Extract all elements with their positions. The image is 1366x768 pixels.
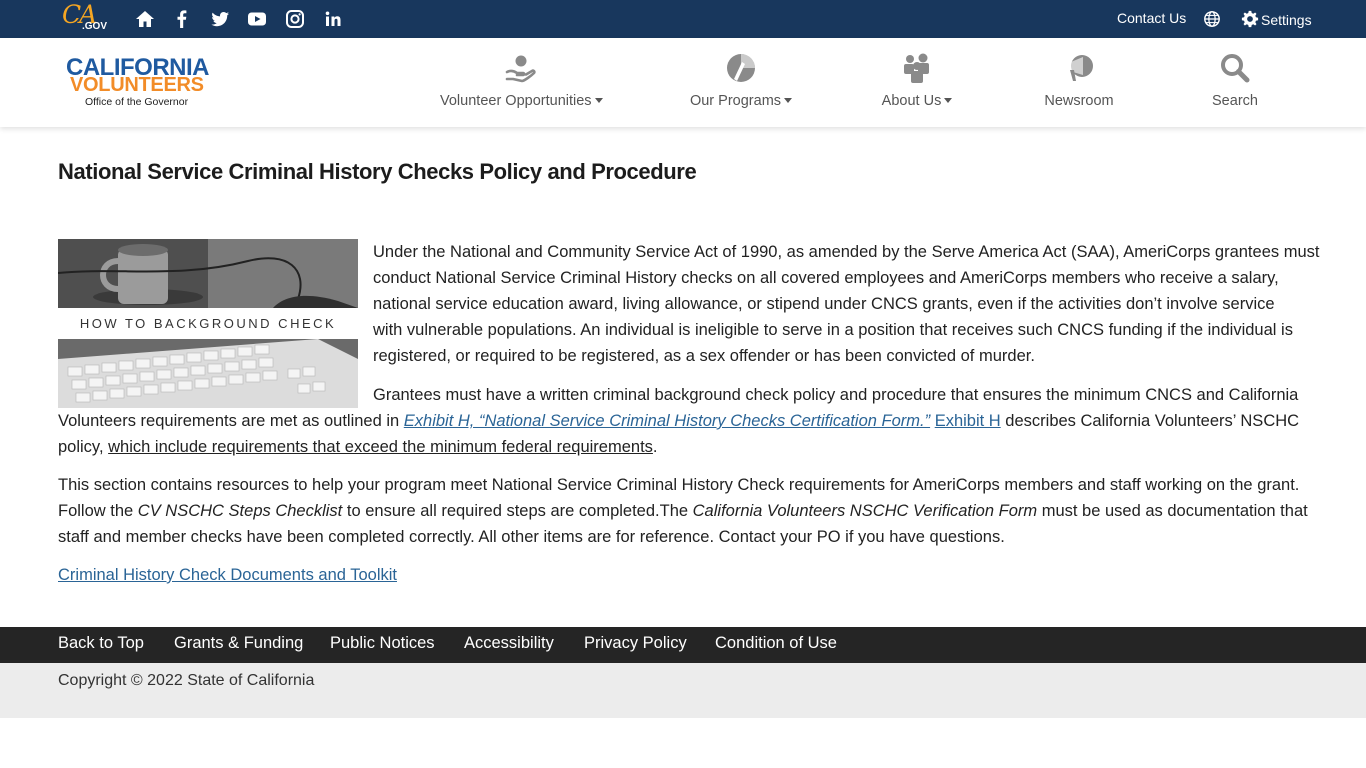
text-segment: policy, — [58, 438, 109, 456]
chevron-down-icon — [784, 98, 793, 103]
search-icon — [1221, 54, 1250, 83]
chevron-down-icon — [594, 98, 603, 103]
text-segment: describes California Volunteers’ NSCHC — [1000, 412, 1300, 430]
ca-gov-logo[interactable]: CA .GOV — [62, 0, 108, 34]
nav-about-us[interactable]: About Us — [877, 50, 957, 116]
footer-nav: Back to Top Grants & Funding Public Noti… — [0, 627, 1366, 663]
megaphone-icon — [1066, 55, 1093, 81]
text-line: with vulnerable populations. An individu… — [373, 321, 1293, 339]
ca-logo-sub: .GOV — [82, 21, 108, 32]
intro-paragraph: Under the National and Community Service… — [373, 239, 1319, 374]
resources-paragraph: This section contains resources to help … — [58, 472, 1318, 552]
site-header: CALIFORNIA VOLUNTEERS Office of the Gove… — [0, 38, 1366, 127]
contact-us-link[interactable]: Contact Us — [1117, 10, 1186, 26]
helping-hand-icon — [505, 55, 536, 83]
brand-line2: VOLUNTEERS — [70, 74, 204, 96]
chevron-down-icon — [944, 98, 953, 103]
text-segment: Follow the — [58, 502, 138, 520]
nav-our-programs[interactable]: Our Programs — [686, 50, 796, 116]
globe-icon[interactable] — [1203, 10, 1221, 28]
exhibit-h-short-link[interactable]: Exhibit H — [935, 412, 1001, 430]
linkedin-icon[interactable] — [323, 9, 343, 29]
footer-copyright-bar: Copyright © 2022 State of California — [0, 663, 1366, 718]
facebook-icon[interactable] — [172, 9, 192, 29]
checklist-title: CV NSCHC Steps Checklist — [137, 502, 343, 520]
text-line: staff and member checks have been comple… — [58, 528, 1005, 546]
text-segment: Volunteers requirements are met as outli… — [58, 412, 404, 430]
footer-link-public-notices[interactable]: Public Notices — [330, 634, 435, 653]
programs-icon — [727, 54, 755, 82]
nav-label: Search — [1212, 93, 1258, 109]
text-line: conduct National Service Criminal Histor… — [373, 269, 1279, 287]
toolkit-link[interactable]: Criminal History Check Documents and Too… — [58, 562, 397, 588]
underlined-text: which include requirements that exceed t… — [108, 438, 653, 456]
text-line: This section contains resources to help … — [58, 476, 1300, 494]
nav-label: Newsroom — [1044, 93, 1114, 109]
california-volunteers-logo[interactable]: CALIFORNIA VOLUNTEERS Office of the Gove… — [66, 54, 216, 114]
text-line: Under the National and Community Service… — [373, 243, 1320, 261]
footer-link-back-to-top[interactable]: Back to Top — [58, 634, 144, 653]
footer-link-privacy-policy[interactable]: Privacy Policy — [584, 634, 687, 653]
nav-newsroom[interactable]: Newsroom — [1039, 50, 1119, 116]
nav-label: Volunteer Opportunities — [440, 93, 592, 109]
page-title: National Service Criminal History Checks… — [58, 159, 697, 184]
exhibit-h-link[interactable]: Exhibit H, “National Service Criminal Hi… — [404, 412, 930, 430]
brand-line3: Office of the Governor — [85, 96, 189, 108]
text-segment: must be used as documentation that — [1037, 502, 1308, 520]
home-icon[interactable] — [135, 9, 155, 29]
nav-volunteer-opportunities[interactable]: Volunteer Opportunities — [440, 50, 603, 116]
nav-search[interactable]: Search — [1205, 50, 1265, 116]
text-line: national service education award, living… — [373, 295, 1275, 313]
verification-form-title: California Volunteers NSCHC Verification… — [692, 502, 1038, 520]
people-icon — [904, 53, 929, 83]
text-segment: . — [652, 438, 658, 456]
policy-paragraph: Grantees must have a written criminal ba… — [58, 382, 1318, 462]
text-line: registered, or required to be registered… — [373, 347, 1035, 365]
text-segment: to ensure all required steps are complet… — [342, 502, 693, 520]
youtube-icon[interactable] — [247, 9, 267, 29]
utility-bar: CA .GOV Contact Us Settings — [0, 0, 1366, 38]
nav-label: About Us — [881, 93, 942, 109]
twitter-icon[interactable] — [210, 9, 230, 29]
nav-label: Our Programs — [689, 93, 782, 109]
gear-icon — [1241, 10, 1259, 28]
hero-caption: HOW TO BACKGROUND CHECK — [79, 316, 337, 331]
settings-label: Settings — [1261, 12, 1312, 28]
footer-link-accessibility[interactable]: Accessibility — [464, 634, 554, 653]
copyright-text: Copyright © 2022 State of California — [58, 672, 315, 689]
footer-link-grants-funding[interactable]: Grants & Funding — [174, 634, 303, 653]
instagram-icon[interactable] — [285, 9, 305, 29]
footer-link-condition-of-use[interactable]: Condition of Use — [715, 634, 837, 653]
text-line: Grantees must have a written criminal ba… — [373, 386, 1299, 404]
